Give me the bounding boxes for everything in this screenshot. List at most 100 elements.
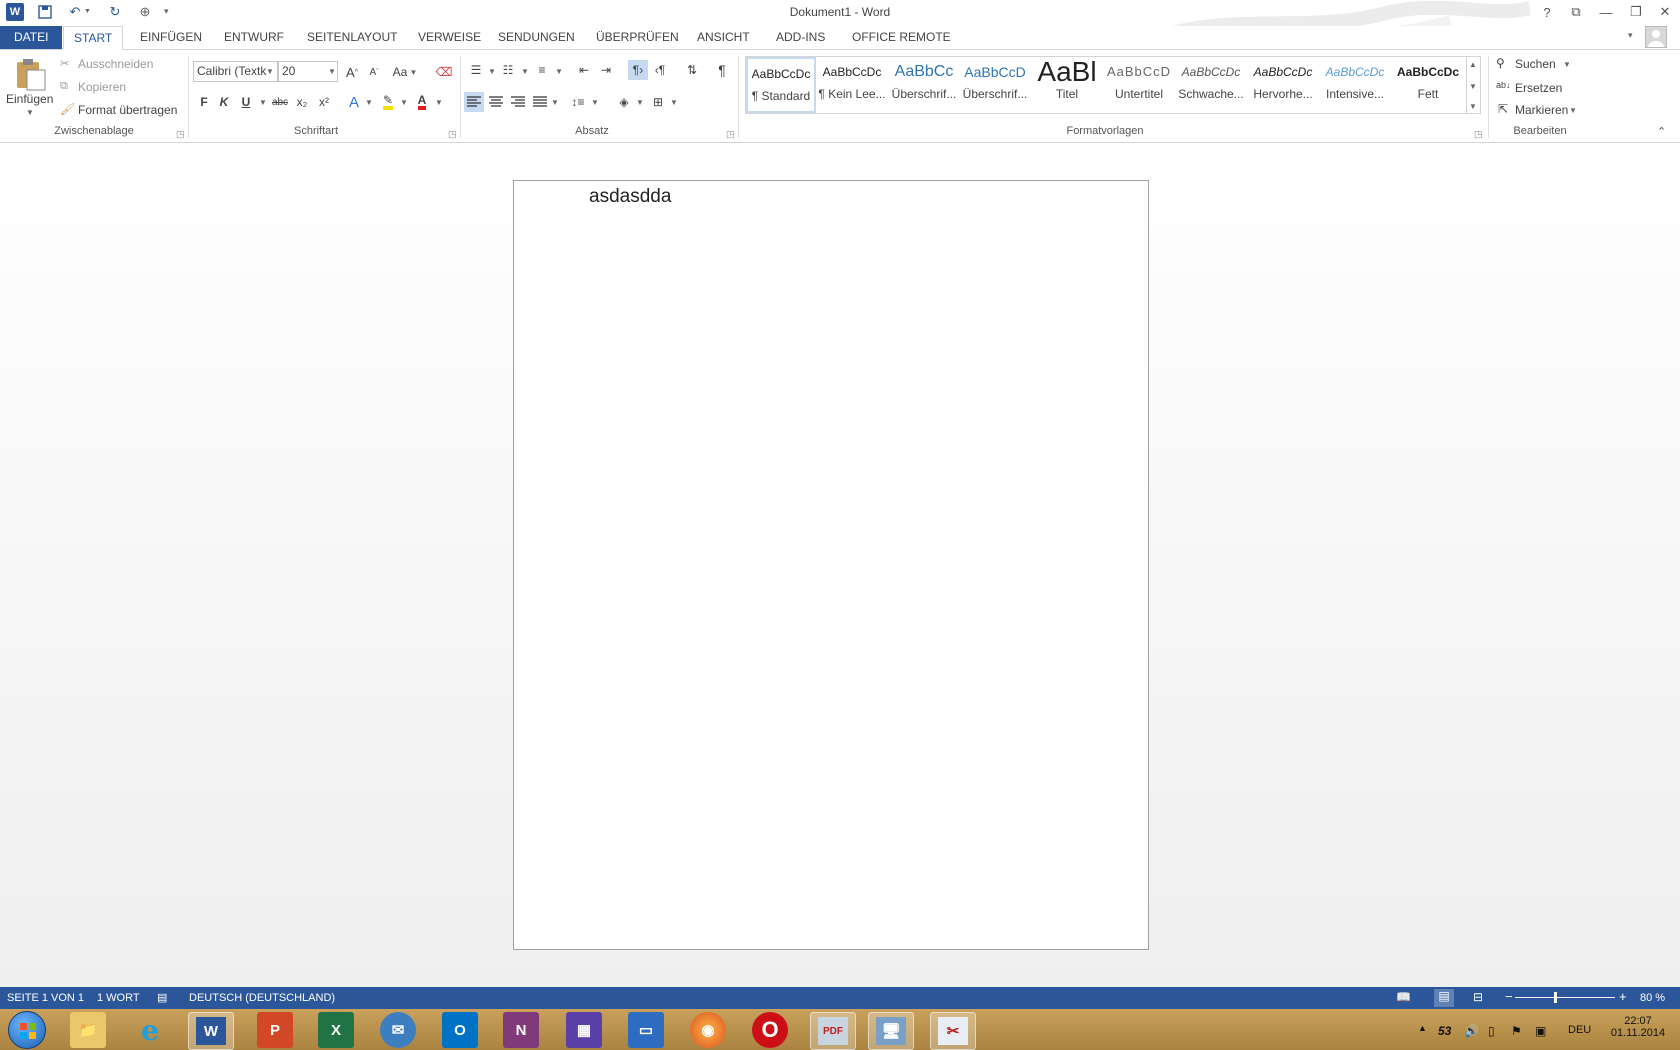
- show-marks-button[interactable]: ¶: [712, 60, 732, 80]
- style-subtitle[interactable]: AaBbCcD Untertitel: [1104, 57, 1174, 113]
- tab-references[interactable]: VERWEISE: [408, 26, 491, 50]
- paste-icon[interactable]: [12, 56, 48, 92]
- close-button[interactable]: ✕: [1651, 2, 1679, 22]
- ltr-direction-icon[interactable]: ¶›: [628, 60, 648, 80]
- zoom-in-button[interactable]: +: [1619, 989, 1627, 1004]
- font-size-dropdown-icon[interactable]: ▼: [328, 67, 336, 76]
- line-spacing-dropdown-icon[interactable]: ▼: [591, 98, 599, 107]
- tab-mailings[interactable]: SENDUNGEN: [488, 26, 585, 50]
- document-text[interactable]: asdasdda: [589, 186, 671, 208]
- numbering-icon[interactable]: ☷: [498, 60, 518, 80]
- outlook-icon[interactable]: O: [442, 1012, 478, 1048]
- align-right-icon[interactable]: [508, 92, 528, 112]
- find-dropdown-icon[interactable]: ▼: [1563, 60, 1571, 69]
- style-heading-2[interactable]: AaBbCcD Überschrif...: [960, 57, 1030, 113]
- account-dropdown-icon[interactable]: ▾: [1628, 30, 1633, 41]
- multilevel-list-icon[interactable]: ≡: [532, 60, 552, 80]
- style-subtle-emphasis[interactable]: AaBbCcDc Schwache...: [1176, 57, 1246, 113]
- find-button[interactable]: Suchen: [1515, 57, 1556, 71]
- paste-button[interactable]: Einfügen: [6, 92, 53, 106]
- highlight-icon[interactable]: ✎: [378, 92, 398, 112]
- onenote-icon[interactable]: N: [503, 1012, 539, 1048]
- font-color-icon[interactable]: A: [412, 92, 432, 112]
- battery-icon[interactable]: ▯: [1488, 1024, 1495, 1038]
- bold-button[interactable]: F: [194, 92, 214, 112]
- firefox-icon[interactable]: ◉: [690, 1012, 726, 1048]
- paste-dropdown-icon[interactable]: ▼: [26, 108, 34, 117]
- bullets-icon[interactable]: ☰: [466, 60, 486, 80]
- clear-formatting-icon[interactable]: ⌫: [434, 62, 454, 82]
- style-heading-1[interactable]: AaBbCc Überschrif...: [889, 57, 959, 113]
- scanner-app-icon[interactable]: ▭: [628, 1012, 664, 1048]
- shading-dropdown-icon[interactable]: ▼: [636, 98, 644, 107]
- proofing-icon[interactable]: ▤: [157, 991, 167, 1004]
- align-center-icon[interactable]: [486, 92, 506, 112]
- powerpoint-icon[interactable]: P: [257, 1012, 293, 1048]
- pdf-taskbar-button[interactable]: PDF: [810, 1012, 856, 1050]
- snipping-tool-button[interactable]: ✂: [930, 1012, 976, 1050]
- avatar[interactable]: [1645, 26, 1667, 48]
- collapse-ribbon-icon[interactable]: ⌃: [1657, 125, 1666, 138]
- styles-more-icon[interactable]: ▼: [1469, 102, 1477, 111]
- tab-insert[interactable]: EINFÜGEN: [130, 26, 212, 50]
- restore-button[interactable]: ❐: [1622, 2, 1650, 22]
- style-standard[interactable]: AaBbCcDc ¶ Standard: [746, 57, 816, 113]
- borders-dropdown-icon[interactable]: ▼: [670, 98, 678, 107]
- font-launcher-icon[interactable]: ◳: [448, 129, 457, 140]
- font-color-dropdown-icon[interactable]: ▼: [435, 98, 443, 107]
- decrease-indent-icon[interactable]: ⇤: [574, 60, 594, 80]
- tab-design[interactable]: ENTWURF: [214, 26, 294, 50]
- align-left-icon[interactable]: [464, 92, 484, 112]
- read-mode-icon[interactable]: 📖: [1396, 990, 1411, 1004]
- styles-scroll-up-icon[interactable]: ▲: [1469, 60, 1477, 69]
- tab-review[interactable]: ÜBERPRÜFEN: [586, 26, 689, 50]
- replace-button[interactable]: Ersetzen: [1515, 81, 1562, 95]
- tab-addins[interactable]: ADD-INS: [766, 26, 835, 50]
- style-no-spacing[interactable]: AaBbCcDc ¶ Kein Lee...: [817, 57, 887, 113]
- calendar-app-icon[interactable]: ▦: [566, 1012, 602, 1048]
- increase-indent-icon[interactable]: ⇥: [596, 60, 616, 80]
- clock[interactable]: 22:07 01.11.2014: [1610, 1015, 1666, 1039]
- tab-view[interactable]: ANSICHT: [687, 26, 760, 50]
- format-painter-button[interactable]: Format übertragen: [78, 103, 177, 117]
- shrink-font-icon[interactable]: Aˇ: [364, 62, 384, 82]
- justify-dropdown-icon[interactable]: ▼: [551, 98, 559, 107]
- clipboard-launcher-icon[interactable]: ◳: [176, 129, 185, 140]
- subscript-button[interactable]: x₂: [292, 92, 312, 112]
- select-dropdown-icon[interactable]: ▼: [1569, 106, 1577, 115]
- underline-button[interactable]: U: [236, 92, 256, 112]
- help-icon[interactable]: ?: [1533, 2, 1561, 22]
- rtl-direction-icon[interactable]: ‹¶: [650, 60, 670, 80]
- volume-icon[interactable]: 🔊: [1464, 1024, 1479, 1038]
- copy-button[interactable]: Kopieren: [78, 80, 126, 94]
- print-layout-icon[interactable]: ▤: [1434, 989, 1454, 1007]
- select-button[interactable]: Markieren: [1515, 103, 1568, 117]
- styles-scroll-down-icon[interactable]: ▼: [1469, 82, 1477, 91]
- cut-button[interactable]: Ausschneiden: [78, 57, 153, 71]
- justify-icon[interactable]: [530, 92, 550, 112]
- italic-button[interactable]: K: [214, 92, 234, 112]
- sort-icon[interactable]: ⇅: [682, 60, 702, 80]
- tab-file[interactable]: DATEI: [0, 26, 63, 49]
- change-case-icon[interactable]: Aa ▼: [392, 62, 418, 82]
- internet-explorer-icon[interactable]: e: [132, 1012, 168, 1048]
- explorer-icon[interactable]: 📁: [70, 1012, 106, 1048]
- style-title[interactable]: AaBl Titel: [1032, 57, 1102, 113]
- text-effects-dropdown-icon[interactable]: ▼: [365, 98, 373, 107]
- shading-icon[interactable]: ◈: [614, 92, 634, 112]
- remote-desktop-button[interactable]: 🖥: [868, 1012, 914, 1050]
- network-icon[interactable]: ▣: [1535, 1024, 1546, 1038]
- superscript-button[interactable]: x²: [314, 92, 334, 112]
- zoom-slider-thumb[interactable]: [1554, 992, 1557, 1003]
- multilevel-dropdown-icon[interactable]: ▼: [555, 67, 563, 76]
- font-name-dropdown-icon[interactable]: ▼: [266, 67, 274, 76]
- thunderbird-icon[interactable]: ✉: [380, 1012, 416, 1048]
- text-effects-icon[interactable]: A: [344, 92, 364, 112]
- opera-icon[interactable]: O: [752, 1012, 788, 1048]
- show-hidden-icons[interactable]: ▲: [1418, 1023, 1427, 1033]
- strikethrough-button[interactable]: abc: [270, 92, 290, 112]
- paragraph-launcher-icon[interactable]: ◳: [726, 129, 735, 140]
- web-layout-icon[interactable]: ⊟: [1473, 990, 1483, 1004]
- document-page[interactable]: [513, 180, 1149, 950]
- tab-page-layout[interactable]: SEITENLAYOUT: [297, 26, 407, 50]
